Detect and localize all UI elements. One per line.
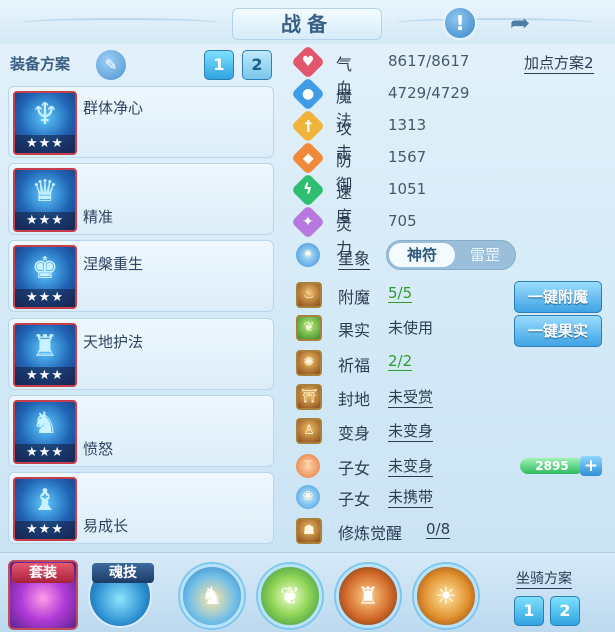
point-plan-link[interactable]: 加点方案2	[524, 53, 594, 74]
xingxiang-toggle[interactable]: 神符 雷罡	[386, 240, 516, 270]
equip-icon: ♛ ★★★	[13, 168, 77, 232]
fief-icon: ⛩	[296, 384, 322, 410]
star-rating: ★★★	[15, 521, 75, 539]
equip-icon: ♝ ★★★	[13, 477, 77, 541]
star-icon: ✷	[296, 243, 320, 267]
equip-name: 易成长	[83, 517, 129, 535]
equip-name: 涅槃重生	[83, 255, 144, 273]
xingxiang-label[interactable]: 星象	[338, 245, 371, 270]
mount-scheme-label: 坐骑方案	[516, 568, 572, 589]
war-prep-panel: 战备 ! ➦ 装备方案 ✎ 1 2 ♆ ★★★ 群体净心 ♛ ★★★ 精准 ♚ ★★★…	[0, 0, 615, 632]
equip-slot-5[interactable]: ♞ ★★★ 愤怒	[8, 395, 274, 467]
zinv2-value[interactable]: 未携带	[388, 486, 434, 508]
fumo-value: 5/5	[388, 284, 413, 303]
guoshi-label: 果实	[338, 321, 371, 340]
pet-slot-3-icon[interactable]: ♜	[336, 564, 400, 628]
spirit-icon: ✦	[291, 205, 325, 239]
header-ornament-right	[395, 18, 595, 28]
equip-name: 精准	[83, 208, 114, 226]
star-rating: ★★★	[15, 367, 75, 385]
info-icon[interactable]: !	[443, 6, 477, 40]
set-bonus-tag: 套装	[12, 563, 74, 583]
equip-icon: ♆ ★★★	[13, 91, 77, 155]
bianshen-value[interactable]: 未变身	[388, 420, 434, 442]
equip-slot-2[interactable]: ♛ ★★★ 精准	[8, 163, 274, 235]
zinv1-value[interactable]: 未变身	[388, 455, 434, 477]
soul-skill-tag: 魂技	[92, 563, 154, 583]
fengdi-value[interactable]: 未受赏	[388, 386, 434, 408]
star-rating: ★★★	[15, 289, 75, 307]
attr-value: 705	[388, 212, 417, 230]
zinv2-label: 子女	[338, 490, 371, 509]
equip-scheme-label: 装备方案	[10, 55, 71, 73]
pet-slot-4-icon[interactable]: ☀	[414, 564, 478, 628]
enchant-icon: ♨	[296, 282, 322, 308]
xiulian-value[interactable]: 0/8	[426, 520, 451, 539]
cultivation-icon: ☗	[296, 518, 322, 544]
fengdi-label: 封地	[338, 390, 371, 409]
star-rating: ★★★	[15, 135, 75, 153]
page-title: 战备	[232, 8, 382, 40]
pet-slot-2-icon[interactable]: ❦	[258, 564, 322, 628]
attr-value: 1567	[388, 148, 427, 166]
equip-scheme-2-button[interactable]: 2	[242, 50, 272, 80]
currency-amount: 2895	[520, 458, 584, 474]
star-rating: ★★★	[15, 444, 75, 462]
currency-display: 2895 +	[520, 456, 602, 476]
fumo-label: 附魔	[338, 288, 371, 307]
equip-icon: ♜ ★★★	[13, 323, 77, 387]
equip-slot-6[interactable]: ♝ ★★★ 易成长	[8, 472, 274, 544]
equip-scheme-1-button[interactable]: 1	[204, 50, 234, 80]
qifu-value: 2/2	[388, 352, 413, 371]
qifu-label: 祈福	[338, 356, 371, 375]
mount-scheme-1-button[interactable]: 1	[514, 596, 544, 626]
mana-icon: ●	[291, 77, 325, 111]
shield-icon: ◆	[291, 141, 325, 175]
toggle-shenfu[interactable]: 神符	[389, 243, 455, 267]
one-click-fruit-button[interactable]: 一键果实	[514, 315, 602, 347]
fruit-icon: ❦	[296, 315, 322, 341]
toggle-leigang[interactable]: 雷罡	[455, 243, 515, 267]
guoshi-value: 未使用	[388, 319, 434, 337]
edit-icon[interactable]: ✎	[96, 50, 126, 80]
equip-slot-4[interactable]: ♜ ★★★ 天地护法	[8, 318, 274, 390]
header-bar: 战备 ! ➦	[0, 0, 615, 44]
star-rating: ★★★	[15, 212, 75, 230]
xiulian-label: 修炼觉醒	[338, 524, 403, 543]
header-ornament-left	[20, 18, 220, 28]
equip-icon: ♚ ★★★	[13, 245, 77, 309]
add-currency-button[interactable]: +	[580, 456, 602, 476]
bianshen-label: 变身	[338, 424, 371, 443]
share-icon[interactable]: ➦	[503, 6, 537, 40]
attr-value: 1051	[388, 180, 427, 198]
transform-icon: ♙	[296, 418, 322, 444]
equip-name: 群体净心	[83, 99, 144, 117]
pet-slot-1-icon[interactable]: ♞	[180, 564, 244, 628]
zinv1-label: 子女	[338, 459, 371, 478]
equip-slot-1[interactable]: ♆ ★★★ 群体净心	[8, 86, 274, 158]
mount-scheme-2-button[interactable]: 2	[550, 596, 580, 626]
one-click-enchant-button[interactable]: 一键附魔	[514, 281, 602, 313]
sword-icon: †	[291, 109, 325, 143]
attr-value: 8617/8617	[388, 52, 470, 70]
equip-name: 愤怒	[83, 440, 114, 458]
heart-icon: ♥	[291, 45, 325, 79]
equip-slot-3[interactable]: ♚ ★★★ 涅槃重生	[8, 240, 274, 312]
blessing-icon: ✺	[296, 350, 322, 376]
child-icon: ⚚	[296, 454, 320, 478]
paw-icon: ❀	[296, 485, 320, 509]
attr-value: 1313	[388, 116, 427, 134]
lightning-icon: ϟ	[291, 173, 325, 207]
equip-name: 天地护法	[83, 333, 144, 351]
attr-value: 4729/4729	[388, 84, 470, 102]
equip-icon: ♞ ★★★	[13, 400, 77, 464]
